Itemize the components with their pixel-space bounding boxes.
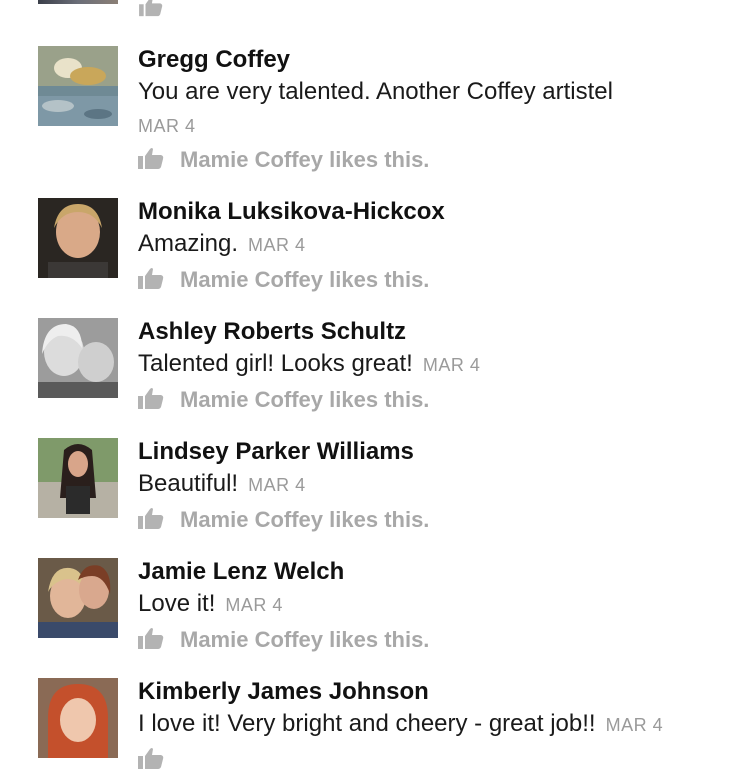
comment-date[interactable]: MAR 4 (225, 595, 283, 615)
commenter-name[interactable]: Gregg Coffey (138, 46, 290, 74)
comment-line: Talented girl! Looks great! MAR 4 (138, 350, 480, 379)
commenter-name[interactable]: Monika Luksikova-Hickcox (138, 198, 445, 226)
avatar[interactable] (38, 558, 118, 638)
comment-text: I love it! Very bright and cheery - grea… (138, 710, 596, 737)
thumbs-up-icon[interactable] (138, 507, 164, 531)
thumbs-up-icon[interactable] (138, 267, 164, 291)
likes-text[interactable]: Mamie Coffey likes this. (180, 627, 429, 653)
likes-text[interactable]: Mamie Coffey likes this. (180, 507, 429, 533)
comment-text: Amazing. (138, 230, 239, 257)
comment-date[interactable]: MAR 4 (248, 235, 306, 255)
thumbs-up-icon[interactable] (138, 387, 164, 411)
commenter-name[interactable]: Lindsey Parker Williams (138, 438, 414, 466)
likes-text[interactable]: Mamie Coffey likes this. (180, 267, 429, 293)
thumbs-up-icon[interactable] (138, 0, 164, 18)
avatar[interactable] (38, 198, 118, 278)
comment-line: Love it! MAR 4 (138, 590, 283, 619)
comment-date[interactable]: MAR 4 (138, 116, 196, 137)
likes-text[interactable]: Mamie Coffey likes this. (180, 387, 429, 413)
commenter-name[interactable]: Kimberly James Johnson (138, 678, 429, 706)
avatar[interactable] (38, 678, 118, 758)
comment-text: Love it! (138, 590, 216, 617)
avatar[interactable] (38, 438, 118, 518)
comment-date[interactable]: MAR 4 (423, 355, 481, 375)
likes-text[interactable]: Mamie Coffey likes this. (180, 147, 429, 173)
comment-line: Amazing. MAR 4 (138, 230, 306, 259)
avatar[interactable] (38, 0, 118, 4)
avatar[interactable] (38, 46, 118, 126)
thumbs-up-icon[interactable] (138, 627, 164, 651)
comment-line: Beautiful! MAR 4 (138, 470, 306, 499)
comment-line: I love it! Very bright and cheery - grea… (138, 710, 663, 739)
comment-date[interactable]: MAR 4 (606, 715, 664, 735)
comment-text: You are very talented. Another Coffey ar… (138, 78, 613, 105)
avatar[interactable] (38, 318, 118, 398)
thumbs-up-icon[interactable] (138, 747, 164, 771)
commenter-name[interactable]: Ashley Roberts Schultz (138, 318, 406, 346)
comment-text: Talented girl! Looks great! (138, 350, 413, 377)
comment-text: Beautiful! (138, 470, 239, 497)
comment-date[interactable]: MAR 4 (248, 475, 306, 495)
thumbs-up-icon[interactable] (138, 147, 164, 171)
commenter-name[interactable]: Jamie Lenz Welch (138, 558, 344, 586)
